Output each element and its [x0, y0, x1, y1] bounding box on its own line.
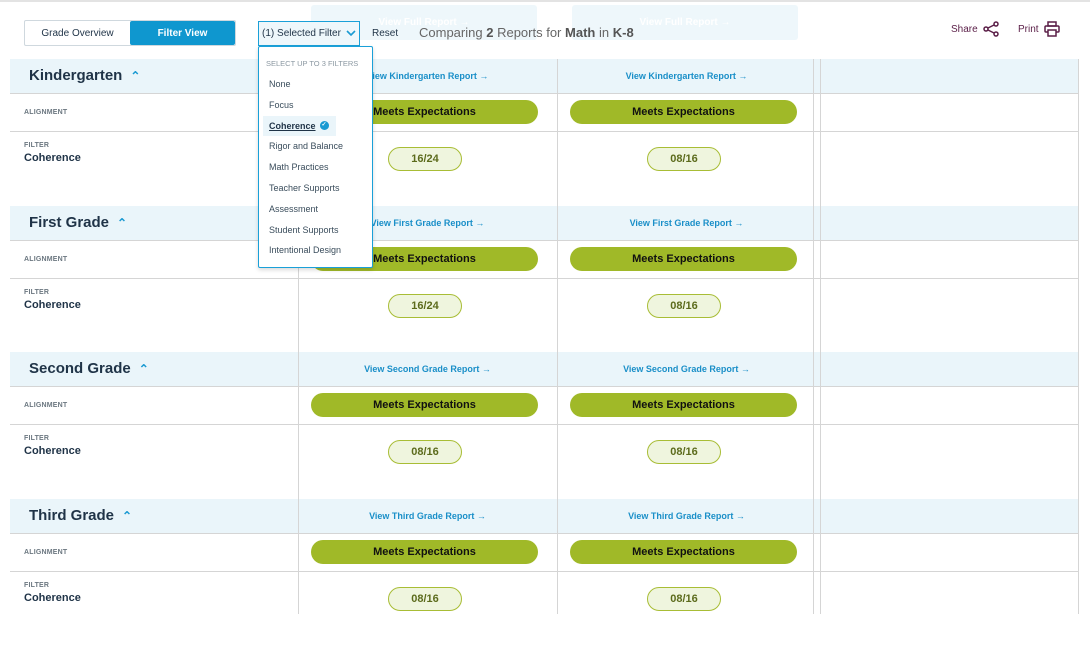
filter-button-label: (1) Selected Filter — [262, 28, 341, 39]
score-badge: 16/24 — [388, 293, 462, 318]
filter-value: Coherence — [24, 592, 81, 605]
filter-option-label: Coherence — [269, 120, 316, 131]
section-header: Third Grade ⌃ View Third Grade Report → Vie… — [10, 499, 1078, 535]
grade-section: Second Grade ⌃ View Second Grade Report → V… — [10, 352, 1078, 499]
section-header: First Grade ⌃ View First Grade Report → Vie… — [10, 205, 1078, 241]
print-label: Print — [1018, 23, 1039, 35]
filter-option[interactable]: Assessment — [259, 199, 372, 220]
view-grade-report-link[interactable]: View Third Grade Report → — [298, 511, 557, 521]
filter-option[interactable]: Rigor and Balance — [259, 136, 372, 157]
column-divider — [557, 59, 558, 614]
view-grade-report-link[interactable]: View First Grade Report → — [557, 218, 816, 228]
chevron-up-icon[interactable]: ⌃ — [117, 216, 127, 230]
section-title[interactable]: Third Grade ⌃ — [29, 507, 132, 524]
chevron-up-icon[interactable]: ⌃ — [122, 509, 132, 523]
filter-option[interactable]: Intentional Design — [259, 240, 372, 261]
section-title-text: First Grade — [29, 213, 110, 231]
grade-section: Kindergarten ⌃ View Kindergarten Report → V… — [10, 59, 1078, 206]
filter-dropdown-button[interactable]: (1) Selected Filter — [258, 21, 360, 46]
filter-option[interactable]: None — [259, 74, 372, 95]
section-title[interactable]: Second Grade ⌃ — [29, 360, 149, 377]
view-grade-report-link[interactable]: View Second Grade Report → — [298, 364, 557, 374]
share-icon — [982, 21, 999, 37]
alignment-label: ALIGNMENT — [24, 402, 68, 410]
meets-expectations-badge: Meets Expectations — [570, 246, 797, 271]
score-badge: 08/16 — [647, 587, 721, 612]
check-icon: ✓ — [319, 121, 329, 131]
column-divider — [820, 59, 821, 614]
meets-expectations-badge: Meets Expectations — [570, 540, 797, 565]
tab-filter-view[interactable]: Filter View — [130, 21, 235, 45]
reset-button[interactable]: Reset — [372, 28, 398, 39]
filter-label: FILTER — [24, 582, 50, 590]
print-button[interactable]: Print — [1018, 21, 1060, 37]
chevron-up-icon[interactable]: ⌃ — [130, 69, 140, 83]
score-badge: 08/16 — [388, 587, 462, 612]
meets-expectations-badge: Meets Expectations — [570, 100, 797, 124]
section-header: Second Grade ⌃ View Second Grade Report → V… — [10, 352, 1078, 388]
score-badge: 16/24 — [388, 147, 462, 171]
filter-row: FILTER Coherence 08/16 08/16 — [10, 425, 1078, 498]
view-grade-report-link[interactable]: View Second Grade Report → — [557, 364, 816, 374]
filter-row: FILTER Coherence 16/24 08/16 — [10, 132, 1078, 205]
view-grade-report-link[interactable]: View Kindergarten Report → — [557, 71, 816, 81]
section-title-text: Kindergarten — [29, 67, 123, 84]
grade-section: Third Grade ⌃ View Third Grade Report → Vie… — [10, 499, 1078, 646]
filter-dropdown-menu: SELECT UP TO 3 FILTERS None Focus Coherenc… — [258, 46, 373, 268]
filter-option[interactable]: Math Practices — [259, 157, 372, 178]
meets-expectations-badge: Meets Expectations — [570, 393, 797, 418]
alignment-row: ALIGNMENT Meets Expectations Meets Expecta… — [10, 94, 1078, 132]
filter-value: Coherence — [24, 445, 81, 458]
column-divider — [813, 59, 814, 614]
column-divider — [1078, 59, 1079, 614]
grade-section: First Grade ⌃ View First Grade Report → Vie… — [10, 205, 1078, 353]
alignment-label: ALIGNMENT — [24, 255, 68, 263]
share-button[interactable]: Share — [951, 21, 999, 37]
section-title[interactable]: Kindergarten ⌃ — [29, 67, 140, 84]
score-badge: 08/16 — [647, 147, 721, 171]
share-label: Share — [951, 23, 978, 35]
filter-value: Coherence — [24, 298, 81, 311]
alignment-label: ALIGNMENT — [24, 109, 68, 116]
filter-option[interactable]: Teacher Supports — [259, 178, 372, 199]
alignment-label: ALIGNMENT — [24, 549, 68, 557]
section-title-text: Second Grade — [29, 360, 131, 378]
score-badge: 08/16 — [647, 293, 721, 318]
meets-expectations-badge: Meets Expectations — [311, 540, 538, 565]
meets-expectations-badge: Meets Expectations — [311, 393, 538, 418]
filter-value: Coherence — [24, 152, 81, 164]
view-toggle: Grade Overview Filter View — [24, 20, 236, 46]
filter-option[interactable]: Student Supports — [259, 220, 372, 241]
view-grade-report-link[interactable]: View Third Grade Report → — [557, 511, 816, 521]
filter-option[interactable]: Focus — [259, 95, 372, 116]
filter-option[interactable]: Coherence ✓ — [263, 115, 336, 137]
section-title[interactable]: First Grade ⌃ — [29, 214, 127, 231]
filter-row: FILTER Coherence 08/16 08/16 — [10, 572, 1078, 645]
alignment-row: ALIGNMENT Meets Expectations Meets Expecta… — [10, 241, 1078, 279]
score-badge: 08/16 — [388, 440, 462, 465]
chevron-up-icon[interactable]: ⌃ — [139, 362, 149, 376]
section-title-text: Third Grade — [29, 507, 115, 525]
filter-row: FILTER Coherence 16/24 08/16 — [10, 279, 1078, 352]
section-header: Kindergarten ⌃ View Kindergarten Report → V… — [10, 59, 1078, 94]
dropdown-heading: SELECT UP TO 3 FILTERS — [266, 59, 359, 68]
alignment-row: ALIGNMENT Meets Expectations Meets Expecta… — [10, 534, 1078, 573]
tab-grade-overview[interactable]: Grade Overview — [25, 21, 130, 45]
filter-label: FILTER — [24, 435, 50, 443]
printer-icon — [1043, 21, 1060, 37]
filter-label: FILTER — [24, 288, 50, 296]
comparison-summary: Comparing 2 Reports for Math in K-8 — [419, 25, 634, 40]
chevron-down-icon — [346, 30, 356, 37]
alignment-row: ALIGNMENT Meets Expectations Meets Expecta… — [10, 387, 1078, 426]
score-badge: 08/16 — [647, 440, 721, 465]
filter-label: FILTER — [24, 142, 50, 149]
